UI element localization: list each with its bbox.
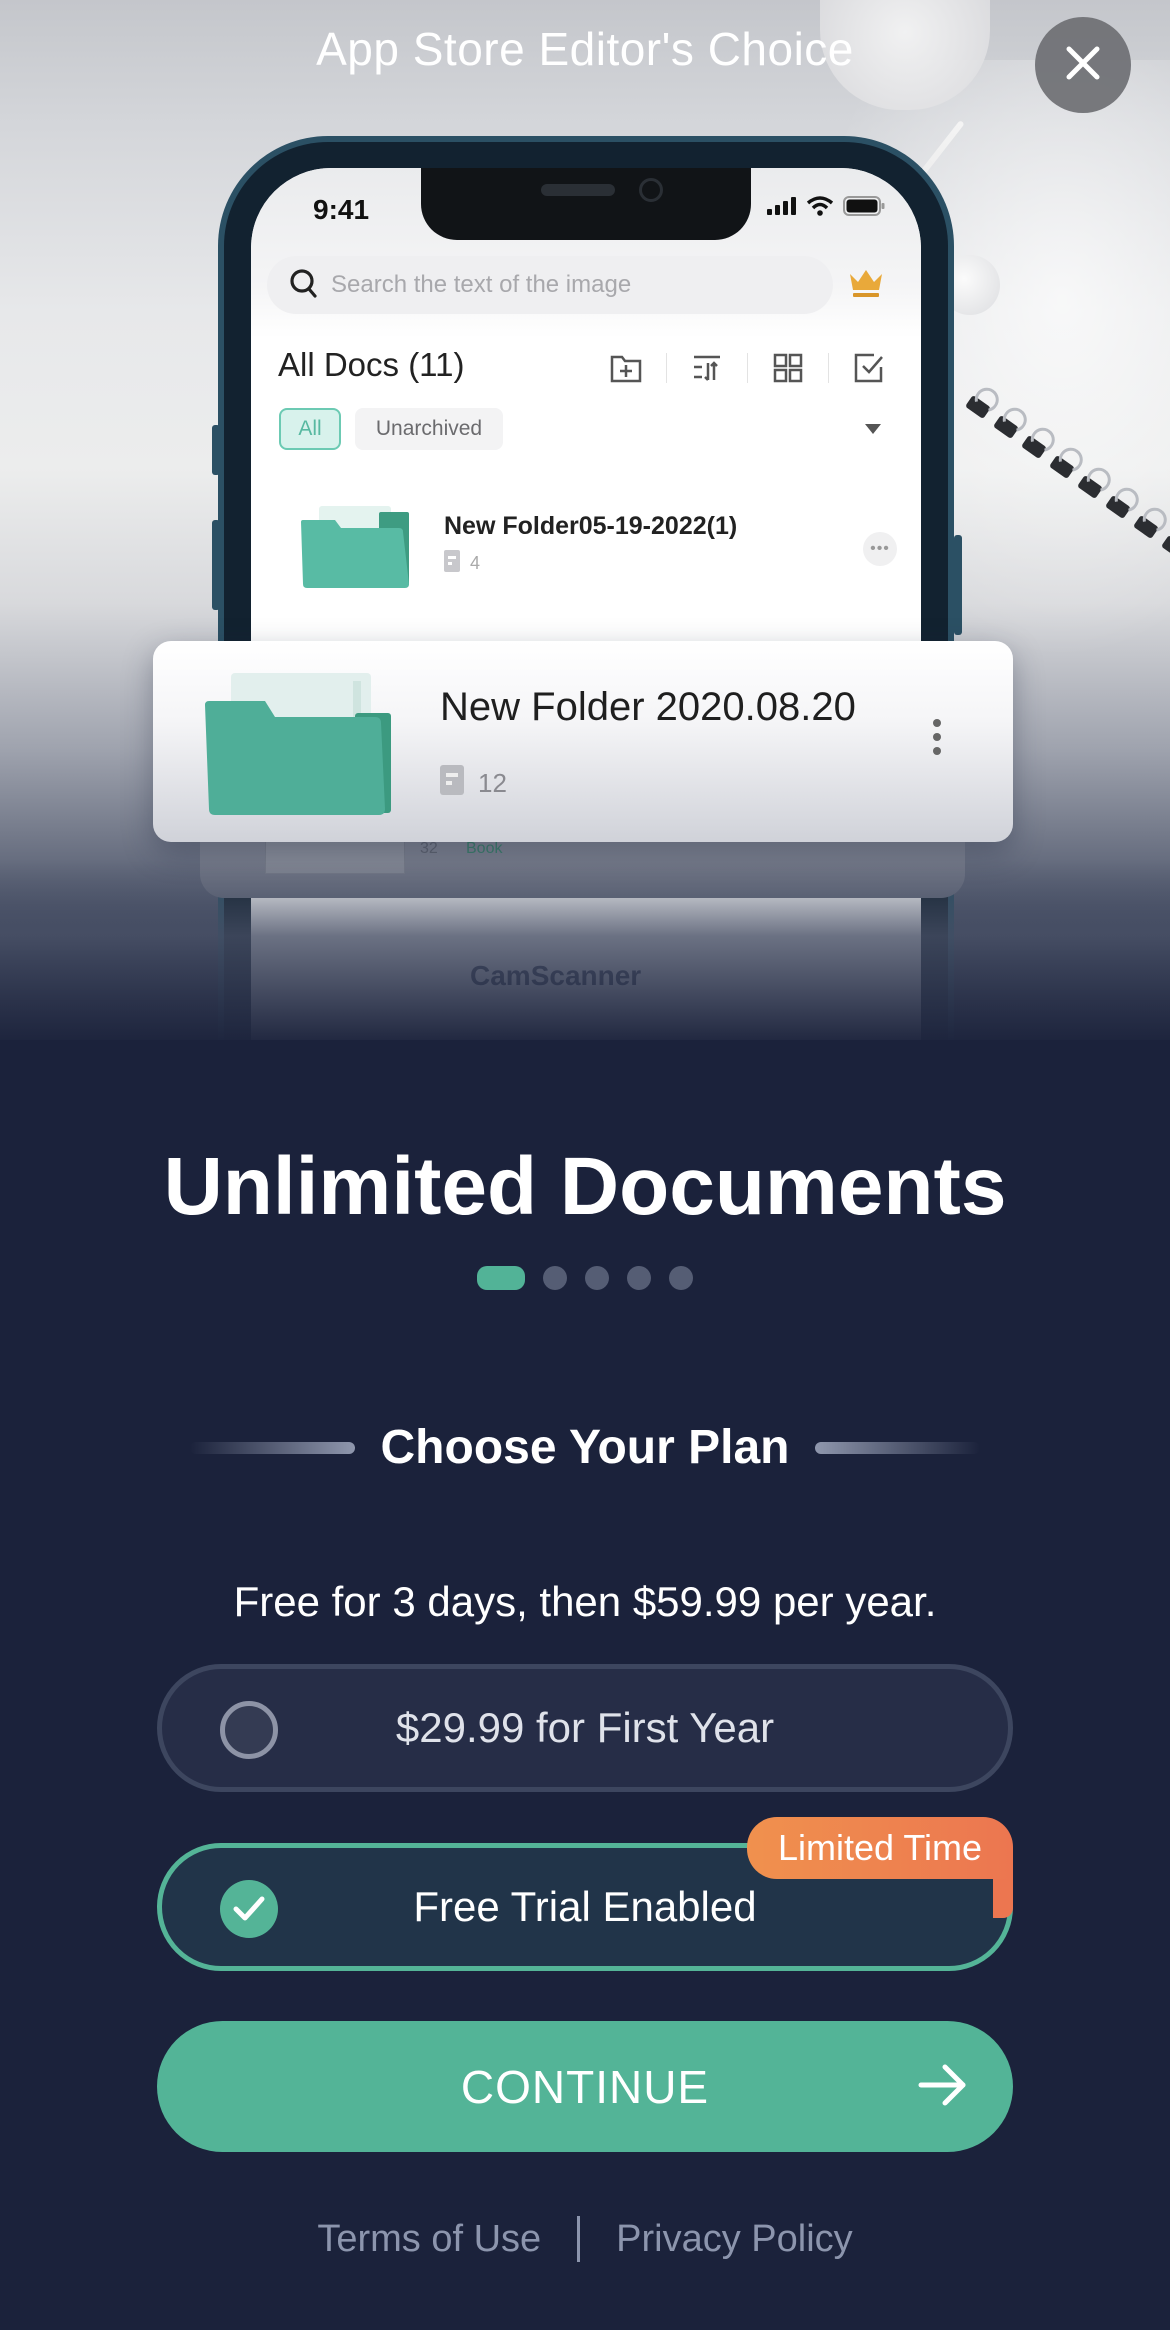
footer-links: Terms of Use Privacy Policy xyxy=(0,2216,1170,2262)
carousel-dot[interactable] xyxy=(585,1266,609,1290)
folder-icon xyxy=(205,673,395,822)
footer-divider xyxy=(577,2216,581,2262)
terms-of-use-link[interactable]: Terms of Use xyxy=(317,2218,541,2261)
hero-background: 9:41 Search the text of the image All Do… xyxy=(0,0,1170,1040)
folder-meta: 4 xyxy=(444,550,480,577)
continue-label: CONTINUE xyxy=(460,2060,710,2113)
folder-icon xyxy=(301,506,417,595)
toolbar-divider xyxy=(747,353,748,383)
hero-fade-overlay xyxy=(0,860,1170,1040)
faded-doc-count: 32 xyxy=(420,840,438,857)
folder-doc-count: 12 xyxy=(478,768,507,798)
toolbar-divider xyxy=(828,353,829,383)
battery-icon xyxy=(843,196,885,221)
carousel-dot[interactable] xyxy=(669,1266,693,1290)
badge-ribbon-tail xyxy=(993,1878,1013,1918)
ring xyxy=(1076,474,1104,500)
feature-title: Unlimited Documents xyxy=(163,1141,1007,1232)
ring xyxy=(1132,514,1160,540)
heading-divider-left xyxy=(189,1441,355,1454)
ring xyxy=(964,394,992,420)
folder-doc-count: 4 xyxy=(470,553,481,573)
phone-side-button xyxy=(212,425,220,475)
phone-notch xyxy=(421,168,751,240)
sort-icon[interactable] xyxy=(687,348,727,388)
heading-divider-right xyxy=(815,1441,981,1454)
notebook-rings-decoration xyxy=(955,390,1170,590)
carousel-dot[interactable] xyxy=(543,1266,567,1290)
status-icons xyxy=(767,196,885,221)
folder-meta: 12 xyxy=(440,765,507,802)
limited-time-badge: Limited Time xyxy=(747,1817,1013,1879)
plan-heading: Choose Your Plan xyxy=(380,1421,790,1474)
carousel-dot[interactable] xyxy=(627,1266,651,1290)
continue-button[interactable]: CONTINUE xyxy=(157,2021,1013,2152)
plan-option-label: Free Trial Enabled xyxy=(413,1883,757,1930)
privacy-policy-link[interactable]: Privacy Policy xyxy=(616,2218,853,2261)
award-caption: App Store Editor's Choice xyxy=(316,23,854,75)
radio-unchecked-icon[interactable] xyxy=(220,1701,278,1759)
ring xyxy=(992,414,1020,440)
search-input[interactable]: Search the text of the image xyxy=(267,256,833,314)
document-icon xyxy=(444,550,460,577)
more-options-icon[interactable] xyxy=(933,719,941,755)
plan-pricing-subtitle: Free for 3 days, then $59.99 per year. xyxy=(233,1578,937,1625)
search-icon xyxy=(289,268,319,303)
close-icon xyxy=(1065,45,1101,86)
highlighted-folder-card: New Folder 2020.08.20 12 xyxy=(153,641,1013,842)
filter-chip-unarchived[interactable]: Unarchived xyxy=(355,408,503,450)
plan-heading-row: Choose Your Plan xyxy=(0,1420,1170,1475)
ring xyxy=(1104,494,1132,520)
wifi-icon xyxy=(806,196,834,221)
speaker xyxy=(541,184,615,196)
carousel-indicator xyxy=(0,1266,1170,1290)
close-button[interactable] xyxy=(1035,17,1131,113)
signal-icon xyxy=(767,197,797,220)
more-options-button[interactable]: ••• xyxy=(863,532,897,566)
grid-view-icon[interactable] xyxy=(768,348,808,388)
plan-option-label: $29.99 for First Year xyxy=(395,1704,775,1751)
phone-side-button xyxy=(212,520,220,610)
docs-title: All Docs (11) xyxy=(278,346,465,383)
phone-side-button xyxy=(954,535,962,635)
new-folder-icon[interactable] xyxy=(606,348,646,388)
faded-tag: Book xyxy=(466,840,503,857)
docs-toolbar xyxy=(606,348,889,388)
caret-down-icon[interactable] xyxy=(865,424,881,434)
arrow-right-icon xyxy=(917,2059,969,2116)
toolbar-divider xyxy=(666,353,667,383)
carousel-dot-active[interactable] xyxy=(477,1266,525,1290)
crown-icon[interactable] xyxy=(848,268,884,303)
ring xyxy=(1160,534,1170,560)
plan-option-first-year[interactable]: $29.99 for First Year xyxy=(157,1664,1013,1792)
select-icon[interactable] xyxy=(849,348,889,388)
search-placeholder: Search the text of the image xyxy=(331,271,632,298)
filter-chip-all[interactable]: All xyxy=(279,408,341,450)
folder-name: New Folder 2020.08.20 xyxy=(440,685,856,729)
status-time: 9:41 xyxy=(313,194,370,225)
camera xyxy=(639,178,663,202)
folder-name: New Folder05-19-2022(1) xyxy=(444,512,738,540)
document-icon xyxy=(440,765,464,802)
ring xyxy=(1048,454,1076,480)
folder-list-item[interactable]: New Folder05-19-2022(1) 4 ••• xyxy=(251,488,921,608)
ring xyxy=(1020,434,1048,460)
radio-checked-icon[interactable] xyxy=(220,1880,278,1938)
